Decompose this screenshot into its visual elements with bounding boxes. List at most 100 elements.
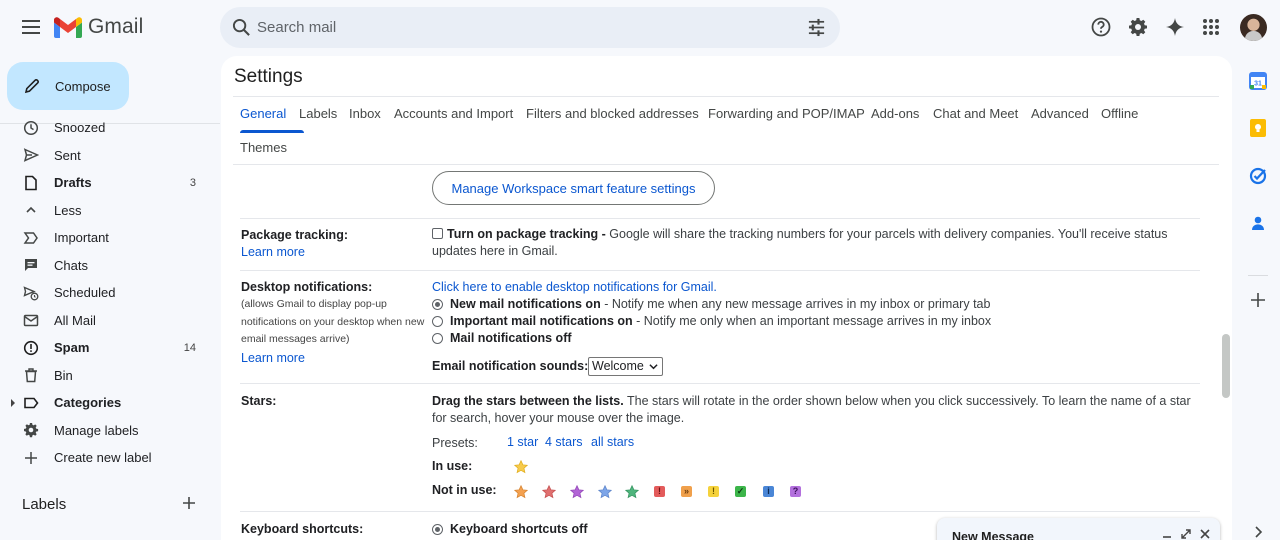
sidebar-item-important[interactable]: Important bbox=[0, 224, 220, 252]
unread-count: 3 bbox=[189, 176, 196, 189]
purple-question-icon[interactable]: ? bbox=[790, 486, 801, 497]
blue-star-icon[interactable] bbox=[598, 485, 612, 499]
google-apps-button[interactable] bbox=[1200, 16, 1222, 38]
app-name: Gmail bbox=[88, 15, 144, 38]
purple-star-icon[interactable] bbox=[570, 485, 584, 499]
new-mail-notifications-radio[interactable] bbox=[432, 299, 443, 310]
sidebar-item-snoozed[interactable]: Snoozed bbox=[0, 114, 220, 142]
tab-accounts-and-import[interactable]: Accounts and Import bbox=[394, 97, 513, 131]
settings-button[interactable] bbox=[1127, 16, 1149, 38]
in-use-label: In use: bbox=[432, 458, 472, 475]
search-bar[interactable] bbox=[220, 7, 840, 48]
tab-labels[interactable]: Labels bbox=[299, 97, 337, 131]
minimize-icon[interactable] bbox=[1162, 529, 1172, 539]
tab-chat-and-meet[interactable]: Chat and Meet bbox=[933, 97, 1018, 131]
tasks-app-button[interactable] bbox=[1248, 166, 1268, 186]
orange-star-icon[interactable] bbox=[514, 485, 528, 499]
keyboard-shortcuts-label: Keyboard shortcuts: bbox=[241, 522, 364, 536]
calendar-app-button[interactable]: 31 bbox=[1248, 71, 1268, 91]
scrollbar-thumb[interactable] bbox=[1222, 334, 1230, 398]
gmail-logo[interactable]: Gmail bbox=[54, 15, 143, 39]
sidebar-item-label: All Mail bbox=[54, 312, 96, 328]
presets-label: Presets: bbox=[432, 436, 478, 450]
gemini-button[interactable] bbox=[1164, 16, 1186, 38]
sidebar-item-label: Spam bbox=[54, 340, 90, 356]
sidebar-item-scheduled[interactable]: Scheduled bbox=[0, 279, 220, 307]
tab-inbox[interactable]: Inbox bbox=[349, 97, 381, 131]
draft-icon bbox=[23, 175, 39, 191]
preset-1-star-link[interactable]: 1 star bbox=[507, 435, 538, 449]
sidebar-item-all-mail[interactable]: All Mail bbox=[0, 307, 220, 335]
hamburger-menu-icon bbox=[22, 20, 40, 34]
blue-info-icon[interactable]: i bbox=[763, 486, 774, 497]
new-mail-notifications-text: New mail notifications on - Notify me wh… bbox=[450, 296, 990, 313]
tab-general[interactable]: General bbox=[240, 97, 286, 131]
enable-desktop-notifications-link[interactable]: Click here to enable desktop notificatio… bbox=[432, 280, 717, 294]
package-tracking-learn-more[interactable]: Learn more bbox=[241, 245, 305, 259]
expand-caret-icon[interactable] bbox=[11, 399, 15, 407]
yellow-star-icon[interactable] bbox=[514, 460, 528, 474]
search-options-icon[interactable] bbox=[807, 18, 826, 37]
keyboard-shortcuts-off-text: Keyboard shortcuts off bbox=[450, 521, 588, 538]
sidebar-item-label: Scheduled bbox=[54, 285, 116, 301]
close-icon[interactable] bbox=[1200, 529, 1210, 539]
notification-sound-select[interactable]: Welcome bbox=[588, 357, 663, 376]
tab-forwarding-pop-imap[interactable]: Forwarding and POP/IMAP bbox=[708, 97, 865, 131]
main-menu-button[interactable] bbox=[16, 12, 46, 42]
sidebar-item-label: Bin bbox=[54, 367, 73, 383]
chevron-up-icon bbox=[23, 202, 39, 218]
tab-filters[interactable]: Filters and blocked addresses bbox=[526, 97, 699, 131]
red-bang-icon[interactable]: ! bbox=[654, 486, 665, 497]
sidebar-item-drafts[interactable]: Drafts 3 bbox=[0, 169, 220, 197]
compose-button[interactable]: Compose bbox=[7, 62, 129, 110]
preset-all-stars-link[interactable]: all stars bbox=[591, 435, 634, 449]
search-icon[interactable] bbox=[232, 18, 251, 37]
active-tab-indicator bbox=[240, 130, 304, 133]
tab-add-ons[interactable]: Add-ons bbox=[871, 97, 919, 131]
create-label-button[interactable] bbox=[182, 496, 196, 510]
account-avatar[interactable] bbox=[1240, 14, 1267, 41]
sidebar-item-less[interactable]: Less bbox=[0, 197, 220, 225]
sidebar-item-chats[interactable]: Chats bbox=[0, 252, 220, 280]
yellow-bang-icon[interactable]: ! bbox=[708, 486, 719, 497]
important-mail-notifications-radio[interactable] bbox=[432, 316, 443, 327]
tab-themes[interactable]: Themes bbox=[240, 131, 287, 165]
svg-text:31: 31 bbox=[1254, 81, 1262, 88]
sidebar-item-bin[interactable]: Bin bbox=[0, 362, 220, 390]
important-icon bbox=[23, 230, 39, 246]
sidebar-item-sent[interactable]: Sent bbox=[0, 142, 220, 170]
schedule-send-icon bbox=[23, 285, 39, 301]
new-message-window[interactable]: New Message bbox=[937, 518, 1220, 540]
support-button[interactable] bbox=[1090, 16, 1112, 38]
red-star-icon[interactable] bbox=[542, 485, 556, 499]
orange-guillemet-icon[interactable]: » bbox=[681, 486, 692, 497]
manage-smart-features-button[interactable]: Manage Workspace smart feature settings bbox=[432, 171, 715, 205]
tab-advanced[interactable]: Advanced bbox=[1031, 97, 1089, 131]
sidebar-item-label: Important bbox=[54, 230, 109, 246]
sidebar-item-create-new-label[interactable]: Create new label bbox=[0, 444, 220, 472]
keep-app-button[interactable] bbox=[1248, 118, 1268, 138]
keyboard-shortcuts-off-radio[interactable] bbox=[432, 524, 443, 535]
sidebar-item-label: Snoozed bbox=[54, 120, 106, 136]
search-input[interactable] bbox=[257, 7, 797, 48]
rail-divider bbox=[1248, 275, 1268, 276]
gear-icon bbox=[23, 422, 39, 438]
settings-tabs: General Labels Inbox Accounts and Import… bbox=[233, 96, 1219, 155]
unread-count: 14 bbox=[183, 341, 196, 354]
notification-sounds-label: Email notification sounds: bbox=[432, 358, 588, 375]
green-check-icon[interactable]: ✓ bbox=[735, 486, 746, 497]
mail-notifications-off-radio[interactable] bbox=[432, 333, 443, 344]
row-divider bbox=[240, 270, 1200, 271]
desktop-notifications-learn-more[interactable]: Learn more bbox=[241, 351, 305, 365]
get-add-ons-button[interactable] bbox=[1248, 290, 1268, 310]
tab-offline[interactable]: Offline bbox=[1101, 97, 1138, 131]
preset-4-stars-link[interactable]: 4 stars bbox=[545, 435, 583, 449]
sidebar-item-spam[interactable]: Spam 14 bbox=[0, 334, 220, 362]
green-star-icon[interactable] bbox=[625, 485, 639, 499]
expand-icon[interactable] bbox=[1181, 529, 1191, 539]
hide-side-panel-button[interactable] bbox=[1248, 522, 1268, 540]
sidebar-item-manage-labels[interactable]: Manage labels bbox=[0, 417, 220, 445]
sidebar-item-categories[interactable]: Categories bbox=[0, 389, 220, 417]
contacts-app-button[interactable] bbox=[1248, 213, 1268, 233]
page-title: Settings bbox=[234, 66, 303, 87]
